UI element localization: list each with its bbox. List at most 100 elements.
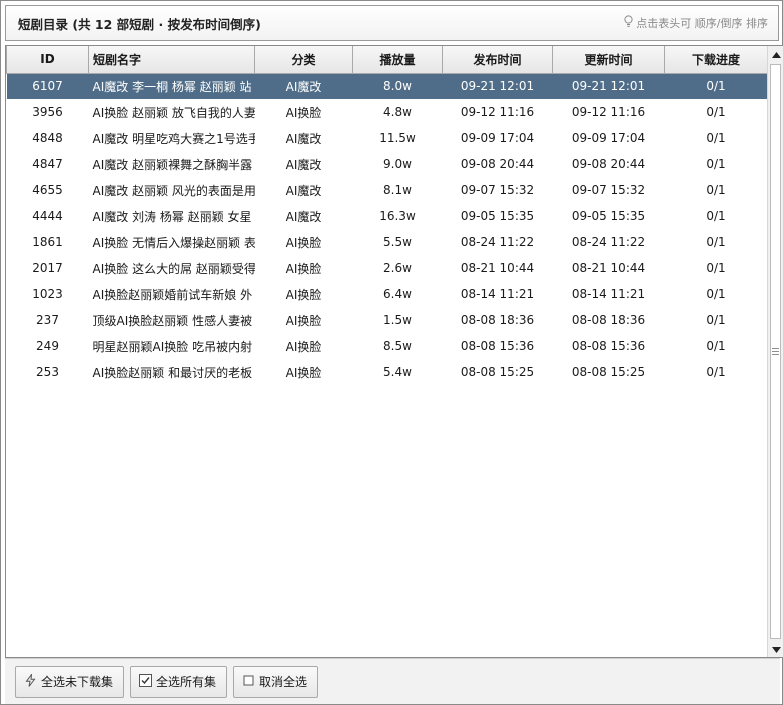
cell-published: 08-21 10:44 [460,261,535,275]
cell-name: AI换脸 赵丽颖 放飞自我的人妻 [92,105,255,120]
column-header-id[interactable]: ID [6,46,89,74]
column-header-updated[interactable]: 更新时间 [552,46,665,74]
grid-viewport: ID 短剧名字 分类 播放量 发布时间 更新时间 下载进度 6107 AI魔改 李… [6,46,767,657]
cell-name: 明星赵丽颖AI换脸 吃吊被内射 [92,339,253,354]
grip-icon [772,348,779,355]
column-header-published[interactable]: 发布时间 [442,46,553,74]
cell-category: AI换脸 [285,105,322,120]
episode-catalog-window: 短剧目录 (共 12 部短剧 · 按发布时间倒序) 点击表头可 顺序/倒序 排序… [0,0,783,705]
table-header-row: ID 短剧名字 分类 播放量 发布时间 更新时间 下载进度 [6,46,767,74]
table-row[interactable]: 4848 AI魔改 明星吃鸡大赛之1号选手 AI魔改 11.5w 09-09 17:04… [7,125,768,151]
cell-plays: 1.5w [383,313,412,327]
cell-updated: 09-05 15:35 [571,209,646,223]
cell-plays: 5.4w [383,365,412,379]
table-row[interactable]: 1861 AI换脸 无情后入爆操赵丽颖 表 AI换脸 5.5w 08-24 11:22 0… [7,229,768,255]
cell-progress: 0/1 [706,105,726,119]
table-row[interactable]: 237 顶级AI换脸赵丽颖 性感人妻被 AI换脸 1.5w 08-08 18:36 08-… [7,307,768,333]
table-row[interactable]: 3956 AI换脸 赵丽颖 放飞自我的人妻 AI换脸 4.8w 09-12 11:16 0… [7,99,768,125]
sort-hint-text: 点击表头可 顺序/倒序 排序 [636,17,768,30]
cell-plays: 11.5w [379,131,416,145]
cell-updated: 09-08 20:44 [571,157,646,171]
cell-updated: 08-21 10:44 [571,261,646,275]
cell-category: AI换脸 [285,235,322,250]
select-all-button[interactable]: 全选所有集 [130,665,228,698]
cell-plays: 6.4w [383,287,412,301]
cell-progress: 0/1 [706,183,726,197]
cell-progress: 0/1 [706,313,726,327]
scroll-thumb[interactable] [770,64,781,639]
cell-updated: 09-21 12:01 [552,73,665,99]
cell-published: 09-08 20:44 [460,157,535,171]
vertical-scrollbar[interactable] [767,46,783,657]
deselect-all-button[interactable]: 取消全选 [233,665,319,698]
column-header-name[interactable]: 短剧名字 [88,46,255,74]
table-row[interactable]: 253 AI换脸赵丽颖 和最讨厌的老板 AI换脸 5.4w 08-08 15:25 08-… [7,359,768,385]
cell-progress: 0/1 [706,235,726,249]
sort-hint: 点击表头可 顺序/倒序 排序 [623,15,768,31]
select-all-label: 全选所有集 [156,675,217,689]
table-row[interactable]: 4847 AI魔改 赵丽颖裸舞之酥胸半露 AI魔改 9.0w 09-08 20:44 09… [7,151,768,177]
checkbox-empty-icon [242,674,255,690]
column-header-category[interactable]: 分类 [254,46,353,74]
cell-id: 2017 [32,261,63,275]
episode-grid: ID 短剧名字 分类 播放量 发布时间 更新时间 下载进度 6107 AI魔改 李… [5,45,783,658]
column-header-plays[interactable]: 播放量 [352,46,443,74]
cell-updated: 08-24 11:22 [571,235,646,249]
lightning-icon [24,672,37,690]
cell-progress: 0/1 [706,365,726,379]
scroll-down-button[interactable] [768,641,783,657]
cell-plays: 16.3w [379,209,416,223]
catalog-header: 短剧目录 (共 12 部短剧 · 按发布时间倒序) 点击表头可 顺序/倒序 排序 [5,5,779,41]
cell-name: AI换脸赵丽颖婚前试车新娘 外 [92,287,253,302]
cell-published: 08-08 15:25 [460,365,535,379]
cell-updated: 08-08 15:36 [571,339,646,353]
table-row[interactable]: 1023 AI换脸赵丽颖婚前试车新娘 外 AI换脸 6.4w 08-14 11:21 08… [7,281,768,307]
cell-plays: 8.1w [383,183,412,197]
lightbulb-icon [623,15,634,31]
cell-category: AI魔改 [285,131,322,146]
cell-plays: 4.8w [383,105,412,119]
scroll-up-button[interactable] [768,46,783,62]
cell-published: 09-09 17:04 [460,131,535,145]
select-undownloaded-button[interactable]: 全选未下载集 [15,665,125,698]
cell-updated: 09-12 11:16 [571,105,646,119]
cell-category: AI换脸 [285,365,322,380]
cell-name: AI魔改 李一桐 杨幂 赵丽颖 站 [88,73,255,99]
cell-category: AI魔改 [285,183,322,198]
column-header-progress[interactable]: 下载进度 [664,46,767,74]
cell-name: AI魔改 刘涛 杨幂 赵丽颖 女星 [92,209,252,224]
cell-name: AI换脸 无情后入爆操赵丽颖 表 [92,235,255,250]
cell-updated: 09-09 17:04 [571,131,646,145]
cell-id: 1023 [32,287,63,301]
cell-published: 08-24 11:22 [460,235,535,249]
cell-plays: 9.0w [383,157,412,171]
cell-updated: 08-08 18:36 [571,313,646,327]
cell-id: 3956 [32,105,63,119]
cell-category: AI魔改 [285,209,322,224]
action-bar: 全选未下载集 全选所有集 取消全选 [5,658,780,704]
cell-id: 1861 [32,235,63,249]
table-row[interactable]: 2017 AI换脸 这么大的屌 赵丽颖受得 AI换脸 2.6w 08-21 10:44 0… [7,255,768,281]
cell-id: 237 [36,313,59,327]
cell-id: 249 [36,339,59,353]
cell-progress: 0/1 [706,157,726,171]
table-row[interactable]: 4444 AI魔改 刘涛 杨幂 赵丽颖 女星 AI魔改 16.3w 09-05 15:3… [7,203,768,229]
cell-id: 4847 [32,157,63,171]
cell-progress: 0/1 [706,131,726,145]
cell-progress: 0/1 [706,287,726,301]
table-row[interactable]: 249 明星赵丽颖AI换脸 吃吊被内射 AI换脸 8.5w 08-08 15:36 08-… [7,333,768,359]
cell-name: 顶级AI换脸赵丽颖 性感人妻被 [92,313,253,328]
cell-category: AI换脸 [285,287,322,302]
cell-name: AI魔改 明星吃鸡大赛之1号选手 [92,131,255,146]
arrow-down-icon [771,642,781,656]
cell-id: 6107 [6,73,89,99]
table-row[interactable]: 6107 AI魔改 李一桐 杨幂 赵丽颖 站 AI魔改 8.0w 09-21 12:01… [6,73,767,99]
cell-updated: 09-07 15:32 [571,183,646,197]
catalog-title: 短剧目录 (共 12 部短剧 · 按发布时间倒序) [18,16,261,32]
cell-name: AI换脸赵丽颖 和最讨厌的老板 [92,365,253,380]
table-row[interactable]: 4655 AI魔改 赵丽颖 风光的表面是用 AI魔改 8.1w 09-07 15:32 0… [7,177,768,203]
episode-table: ID 短剧名字 分类 播放量 发布时间 更新时间 下载进度 6107 AI魔改 李… [6,46,767,385]
cell-category: AI魔改 [254,73,353,99]
cell-published: 09-07 15:32 [460,183,535,197]
cell-progress: 0/1 [664,73,767,99]
